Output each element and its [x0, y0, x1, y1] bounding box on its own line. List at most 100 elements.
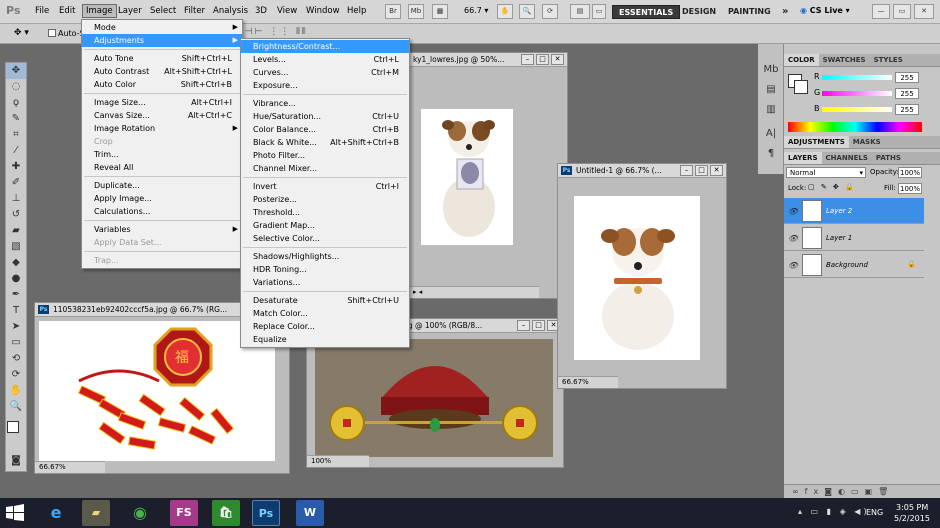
history-brush-tool-icon[interactable]: ↺	[6, 207, 26, 223]
image-menu-auto-color[interactable]: Auto Color Shift+Ctrl+B	[82, 78, 242, 91]
doc-zoom-label[interactable]: 100%	[311, 457, 331, 465]
doc-maximize-button[interactable]: □	[532, 320, 545, 331]
image-menu-calculations[interactable]: Calculations...	[82, 205, 242, 218]
tab-masks[interactable]: MASKS	[849, 136, 885, 148]
menu-analysis[interactable]: Analysis	[213, 6, 248, 16]
adjust-menu-exposure[interactable]: Exposure...	[241, 79, 409, 92]
minibridge-panel-icon[interactable]: Mb	[761, 62, 781, 78]
doc-minimize-button[interactable]: –	[517, 320, 530, 331]
slider-r[interactable]	[822, 75, 892, 80]
doc-zoom-label[interactable]: 66.67%	[562, 378, 589, 386]
chrome-icon[interactable]: ◉	[126, 500, 154, 526]
image-menu-image-size[interactable]: Image Size... Alt+Ctrl+I	[82, 96, 242, 109]
menu-window[interactable]: Window	[306, 6, 340, 16]
paragraph-panel-icon[interactable]: ¶	[761, 146, 781, 162]
layer-row[interactable]: 👁 Layer 1	[784, 225, 924, 251]
slider-g[interactable]	[822, 91, 892, 96]
language-indicator[interactable]: ENG	[866, 508, 883, 517]
history-panel-icon[interactable]: ▤	[761, 82, 781, 98]
color-bg-swatch[interactable]	[794, 80, 808, 94]
visibility-eye-icon[interactable]: 👁	[788, 234, 798, 243]
adjust-menu-selective-color[interactable]: Selective Color...	[241, 232, 409, 245]
adjust-menu-color-balance[interactable]: Color Balance... Ctrl+B	[241, 123, 409, 136]
adjust-menu-photo-filter[interactable]: Photo Filter...	[241, 149, 409, 162]
actions-panel-icon[interactable]: ▥	[761, 102, 781, 118]
more-workspaces-button[interactable]: »	[776, 5, 794, 19]
restore-window-button[interactable]: ▭	[893, 4, 911, 19]
image-menu-trim[interactable]: Trim...	[82, 148, 242, 161]
image-menu-canvas-size[interactable]: Canvas Size... Alt+Ctrl+C	[82, 109, 242, 122]
cs-live-button[interactable]: ◉ CS Live ▾	[800, 6, 850, 15]
3d-orbit-tool-icon[interactable]: ⟳	[6, 367, 26, 383]
fill-input[interactable]: 100%	[898, 183, 922, 194]
menu-edit[interactable]: Edit	[59, 6, 75, 16]
hand-tool-icon[interactable]: ✋	[6, 383, 26, 399]
doc-zoom-label[interactable]: 66.67%	[39, 463, 66, 471]
move-tool-preset[interactable]: ✥ ▾	[14, 28, 29, 38]
word-icon[interactable]: W	[296, 500, 324, 526]
eraser-tool-icon[interactable]: ▰	[6, 223, 26, 239]
screen-mode-button[interactable]: ▭	[592, 4, 606, 19]
minibridge-button[interactable]: Mb	[408, 4, 424, 19]
marquee-tool-icon[interactable]: ◌	[6, 79, 26, 95]
slider-b[interactable]	[822, 107, 892, 112]
adjust-menu-gradient-map[interactable]: Gradient Map...	[241, 219, 409, 232]
adjust-menu-hue-saturation[interactable]: Hue/Saturation... Ctrl+U	[241, 110, 409, 123]
3d-rotate-tool-icon[interactable]: ⟲	[6, 351, 26, 367]
menu-help[interactable]: Help	[347, 6, 366, 16]
color-swatches[interactable]	[6, 415, 26, 453]
image-menu-duplicate[interactable]: Duplicate...	[82, 179, 242, 192]
adjust-menu-hdr-toning[interactable]: HDR Toning...	[241, 263, 409, 276]
path-select-tool-icon[interactable]: ➤	[6, 319, 26, 335]
tab-color[interactable]: COLOR	[784, 54, 819, 66]
ie-icon[interactable]: e	[42, 500, 70, 526]
adjust-menu-invert[interactable]: Invert Ctrl+I	[241, 180, 409, 193]
workspace-painting[interactable]: PAINTING	[722, 5, 777, 19]
tab-adjustments[interactable]: ADJUSTMENTS	[784, 136, 849, 148]
new-layer-icon[interactable]: ▣	[865, 487, 879, 496]
adjust-menu-match-color[interactable]: Match Color...	[241, 307, 409, 320]
menu-3d[interactable]: 3D	[255, 6, 267, 16]
tab-layers[interactable]: LAYERS	[784, 152, 822, 164]
value-r[interactable]: 255	[895, 72, 919, 83]
visibility-eye-icon[interactable]: 👁	[788, 207, 798, 216]
blend-mode-select[interactable]: Normal ▾	[786, 167, 866, 178]
doc-status-nav[interactable]: ▸ ◂	[413, 288, 422, 296]
blur-tool-icon[interactable]: ◆	[6, 255, 26, 271]
adjust-menu-channel-mixer[interactable]: Channel Mixer...	[241, 162, 409, 175]
crop-tool-icon[interactable]: ⌗	[6, 127, 26, 143]
doc-maximize-button[interactable]: □	[536, 54, 549, 65]
menu-view[interactable]: View	[277, 6, 297, 16]
new-group-icon[interactable]: ▭	[851, 487, 865, 496]
adjust-menu-black-white[interactable]: Black & White... Alt+Shift+Ctrl+B	[241, 136, 409, 149]
adjust-menu-desaturate[interactable]: Desaturate Shift+Ctrl+U	[241, 294, 409, 307]
visibility-eye-icon[interactable]: 👁	[788, 261, 798, 270]
layer-fx-icon[interactable]: fx	[805, 487, 825, 496]
add-mask-icon[interactable]: ◙	[824, 487, 838, 496]
image-menu-auto-contrast[interactable]: Auto Contrast Alt+Shift+Ctrl+L	[82, 65, 242, 78]
image-menu-reveal-all[interactable]: Reveal All	[82, 161, 242, 174]
move-tool-icon[interactable]: ✥	[6, 63, 26, 79]
adjust-menu-shadows-highlights[interactable]: Shadows/Highlights...	[241, 250, 409, 263]
close-window-button[interactable]: ✕	[914, 4, 934, 19]
menu-select[interactable]: Select	[150, 6, 176, 16]
lock-buttons[interactable]: ▢ ✎ ✥ 🔒	[808, 183, 856, 191]
gradient-tool-icon[interactable]: ▧	[6, 239, 26, 255]
doc-minimize-button[interactable]: –	[521, 54, 534, 65]
tab-swatches[interactable]: SWATCHES	[819, 54, 870, 66]
zoom-tool-button[interactable]: 🔍	[519, 4, 535, 19]
view-extras-button[interactable]: ▦	[432, 4, 448, 19]
link-layers-icon[interactable]: ∞	[792, 487, 805, 496]
adjust-menu-vibrance[interactable]: Vibrance...	[241, 97, 409, 110]
adjust-menu-replace-color[interactable]: Replace Color...	[241, 320, 409, 333]
foreground-color[interactable]	[7, 421, 19, 433]
layer-row[interactable]: 👁 Background 🔒	[784, 252, 924, 278]
workspace-design[interactable]: DESIGN	[676, 5, 722, 19]
stamp-tool-icon[interactable]: ⊥	[6, 191, 26, 207]
document-window-untitled[interactable]: Ps Untitled-1 @ 66.7% (... – □ ✕ 66.67%	[557, 163, 727, 389]
fs-app-icon[interactable]: FS	[170, 500, 198, 526]
type-tool-icon[interactable]: T	[6, 303, 26, 319]
delete-layer-icon[interactable]: 🗑	[878, 487, 894, 496]
menu-image[interactable]: Image	[82, 4, 117, 18]
arrange-documents-button[interactable]: ▤	[570, 4, 590, 19]
